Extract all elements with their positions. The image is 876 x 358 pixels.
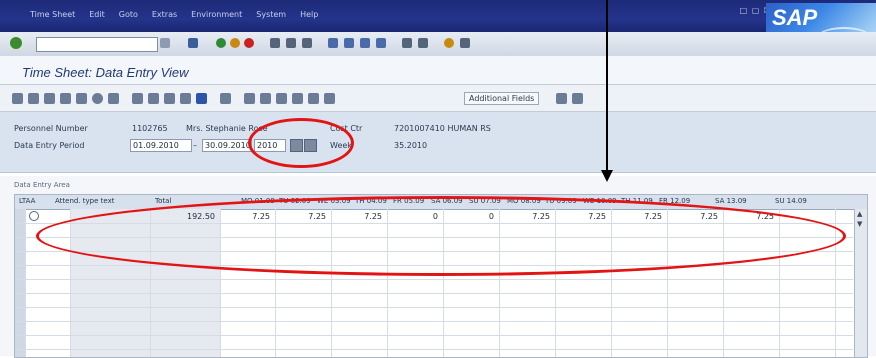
period-separator: –	[193, 141, 197, 150]
copy-icon[interactable]	[132, 93, 143, 104]
expand-icon[interactable]	[556, 93, 567, 104]
row-status-icon[interactable]	[29, 211, 39, 221]
menu-goto[interactable]: Goto	[119, 10, 138, 19]
page-title: Time Sheet: Data Entry View	[22, 65, 189, 80]
row-divider	[15, 293, 853, 294]
menu-system[interactable]: System	[256, 10, 286, 19]
title-area: Time Sheet: Data Entry View	[0, 56, 876, 85]
last-page-icon[interactable]	[376, 38, 386, 48]
personnel-number-value: 1102765	[132, 124, 168, 133]
previous-page-icon[interactable]	[344, 38, 354, 48]
menu-bar: Time Sheet Edit Goto Extras Environment …	[0, 0, 876, 32]
first-page-icon[interactable]	[328, 38, 338, 48]
command-field[interactable]	[36, 37, 158, 52]
help-icon[interactable]	[444, 38, 454, 48]
shortcut-icon[interactable]	[418, 38, 428, 48]
cancel-icon[interactable]	[244, 38, 254, 48]
scroll-up-icon[interactable]: ▲	[857, 211, 864, 218]
release-icon[interactable]	[180, 93, 191, 104]
exit-icon[interactable]	[230, 38, 240, 48]
menu-environment[interactable]: Environment	[191, 10, 242, 19]
menu-extras[interactable]: Extras	[152, 10, 177, 19]
info-icon[interactable]	[196, 93, 207, 104]
cost-center-value: 7201007410 HUMAN RS	[394, 124, 491, 133]
row-divider	[15, 321, 853, 322]
find-icon[interactable]	[286, 38, 296, 48]
layout-menu-icon[interactable]	[460, 38, 470, 48]
menu-help[interactable]: Help	[300, 10, 318, 19]
collapse-icon[interactable]	[572, 93, 583, 104]
overview-icon[interactable]	[28, 93, 39, 104]
back-icon[interactable]	[216, 38, 226, 48]
application-toolbar: Additional Fields	[0, 85, 876, 112]
header-ltaa[interactable]: LTAA	[19, 197, 35, 205]
export-icon[interactable]	[276, 93, 287, 104]
row-divider	[15, 279, 853, 280]
delete-icon[interactable]	[108, 93, 119, 104]
new-session-icon[interactable]	[402, 38, 412, 48]
highlight-row-ellipse	[36, 196, 846, 276]
period-to-field[interactable]: 30.09.2010	[202, 139, 252, 152]
sum-icon[interactable]	[164, 93, 175, 104]
annotation-arrow-head	[601, 170, 613, 182]
tools-icon[interactable]	[324, 93, 335, 104]
enter-icon[interactable]	[10, 37, 22, 49]
save-icon[interactable]	[188, 38, 198, 48]
print-icon[interactable]	[270, 38, 280, 48]
personnel-number-label: Personnel Number	[14, 124, 88, 133]
sap-logo-text: SAP	[772, 5, 818, 30]
details-icon[interactable]	[76, 93, 87, 104]
highlight-period-ellipse	[248, 118, 354, 168]
annotation-arrow	[606, 0, 608, 172]
standard-toolbar	[0, 32, 876, 57]
find-next-icon[interactable]	[302, 38, 312, 48]
header-total[interactable]: Total	[155, 197, 171, 205]
select-icon[interactable]	[44, 93, 55, 104]
menu-edit[interactable]: Edit	[89, 10, 105, 19]
worklist-icon[interactable]	[12, 93, 23, 104]
header-day-13[interactable]: SA 13.09	[715, 197, 747, 205]
vertical-scrollbar[interactable]: ▲ ▼	[854, 209, 867, 357]
column-divider	[25, 209, 26, 357]
menu-time-sheet[interactable]: Time Sheet	[30, 10, 75, 19]
row-divider	[15, 307, 853, 308]
command-dropdown-icon[interactable]	[160, 38, 170, 48]
header-day-14[interactable]: SU 14.09	[775, 197, 807, 205]
period-from-field[interactable]: 01.09.2010	[130, 139, 192, 152]
section-title: Data Entry Area	[14, 181, 70, 189]
clock-icon[interactable]	[92, 93, 103, 104]
week-value: 35.2010	[394, 141, 428, 150]
data-entry-period-label: Data Entry Period	[14, 141, 85, 150]
table-settings-icon[interactable]	[220, 93, 231, 104]
graphic-icon[interactable]	[292, 93, 303, 104]
additional-fields-button[interactable]: Additional Fields	[464, 92, 540, 105]
filter-icon[interactable]	[60, 93, 71, 104]
entry-icon[interactable]	[244, 93, 255, 104]
next-page-icon[interactable]	[360, 38, 370, 48]
scroll-down-icon[interactable]: ▼	[857, 221, 864, 228]
header-attendance-text[interactable]: Attend. type text	[55, 197, 114, 205]
paste-icon[interactable]	[148, 93, 159, 104]
header-info-area: Personnel Number 1102765 Mrs. Stephanie …	[0, 112, 876, 173]
row-divider	[15, 349, 853, 350]
row-divider	[15, 335, 853, 336]
calendar-icon[interactable]	[308, 93, 319, 104]
approve-icon[interactable]	[260, 93, 271, 104]
